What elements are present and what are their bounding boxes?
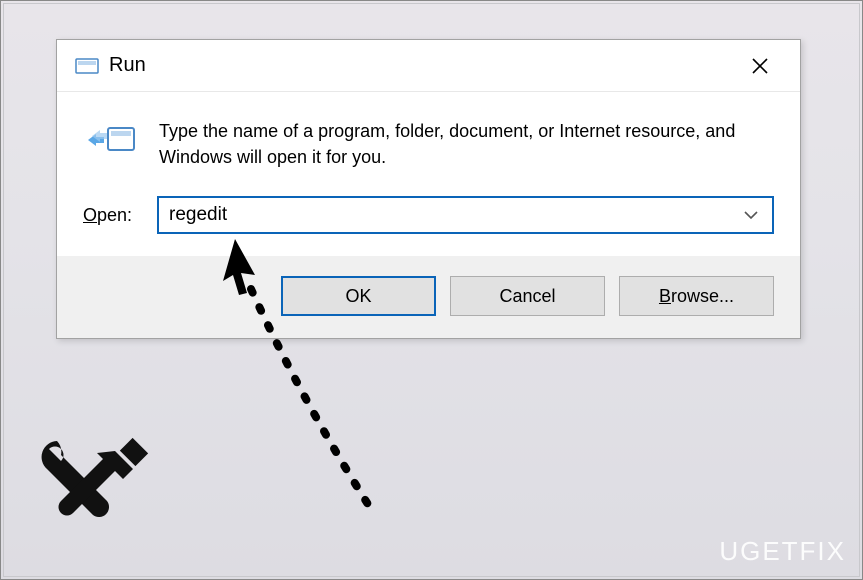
open-input[interactable] [169,204,738,226]
dialog-body: Type the name of a program, folder, docu… [57,92,800,256]
dialog-title: Run [109,54,730,77]
titlebar[interactable]: Run [57,40,800,92]
browse-label: Browse... [659,286,734,307]
open-combobox[interactable] [157,196,774,234]
close-icon [751,57,769,75]
cancel-label: Cancel [499,286,555,307]
run-icon [83,118,141,162]
open-label: Open: [83,205,141,226]
run-dialog: Run Type the name of a program, folder, … [56,39,801,339]
run-title-icon [75,55,99,77]
chevron-down-icon[interactable] [738,207,764,223]
watermark: UGETFIX [719,536,846,567]
close-button[interactable] [730,40,790,91]
ok-button[interactable]: OK [281,276,436,316]
tools-icon [23,425,153,555]
prompt-row: Type the name of a program, folder, docu… [83,118,774,170]
cancel-button[interactable]: Cancel [450,276,605,316]
browse-button[interactable]: Browse... [619,276,774,316]
prompt-text: Type the name of a program, folder, docu… [159,118,774,170]
ok-label: OK [345,286,371,307]
open-row: Open: [83,196,774,234]
button-bar: OK Cancel Browse... [57,256,800,338]
